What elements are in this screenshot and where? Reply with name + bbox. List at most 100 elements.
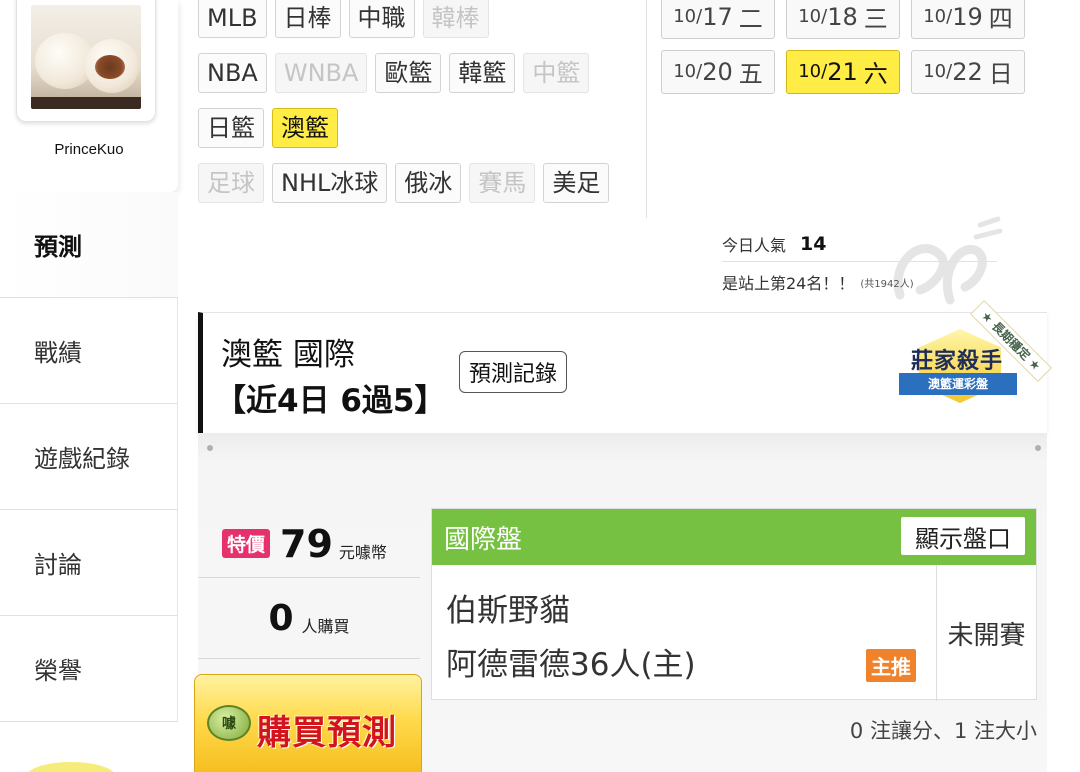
category-row: NBA WNBA 歐籃 韓籃 中籃 (198, 45, 648, 100)
special-price-badge: 特價 (222, 529, 271, 558)
date-button[interactable]: 10/20 五 (661, 49, 775, 94)
category-tag[interactable]: 日籃 (198, 107, 264, 148)
category-tag[interactable]: 中職 (348, 0, 415, 38)
matchup: 伯斯野貓 阿德雷德36人(主) 主推 (432, 565, 937, 701)
date-day: 22 (952, 57, 983, 86)
popularity-row: 今日人氣 14 (722, 226, 997, 262)
rank-row: 是站上第24名！！ (共1942人) (722, 262, 997, 302)
date-day: 17 (702, 2, 733, 31)
sport-category-list: MLB 日棒 中職 韓棒 NBA WNBA 歐籃 韓籃 中籃 日籃 澳籃 足球 NHL冰球 俄冰 賽馬 美足 (198, 0, 648, 210)
bun-filling (95, 55, 125, 79)
divider (646, 0, 647, 218)
category-tag[interactable]: 澳籃 (272, 107, 338, 148)
category-tag[interactable]: 日棒 (274, 0, 341, 38)
prediction-title: 澳籃 國際 (221, 337, 355, 373)
date-month: 10/ (798, 6, 828, 27)
badge-ribbon: 澳籃運彩盤 (899, 373, 1017, 395)
sidebar-item-2[interactable]: 遊戲紀錄 (0, 404, 178, 510)
date-picker: 10/17 二 10/18 三 10/19 四 10/20 五 10/21 六 10/22 日 (661, 0, 1041, 99)
category-tag[interactable]: NBA (198, 52, 267, 93)
category-tag[interactable]: 歐籃 (375, 52, 442, 93)
rivet-icon (207, 445, 213, 451)
date-weekday: 四 (988, 5, 1013, 33)
category-tag[interactable]: NHL冰球 (272, 162, 388, 203)
home-team: 阿德雷德36人(主) (446, 647, 696, 683)
category-tag: WNBA (274, 52, 368, 93)
date-day: 18 (827, 2, 858, 31)
game-panel: 國際盤 顯示盤口 伯斯野貓 阿德雷德36人(主) 主推 未開賽 (431, 508, 1037, 701)
buyers-unit: 人購買 (301, 616, 350, 636)
buy-prediction-button[interactable]: 噱 購買預測 (194, 674, 422, 772)
sidebar-nav: 預測 戰績 遊戲紀錄 討論 榮譽 (0, 192, 178, 722)
date-month: 10/ (923, 61, 953, 82)
buy-prediction-label: 購買預測 (257, 713, 397, 753)
date-weekday: 六 (863, 60, 888, 88)
date-row: 10/20 五 10/21 六 10/22 日 (661, 44, 1041, 99)
rank-total: (共1942人) (860, 278, 914, 290)
category-tag[interactable]: 美足 (543, 162, 610, 203)
rank-text: 是站上第24名！！ (722, 274, 855, 293)
price-unit: 元噱幣 (338, 542, 387, 562)
category-tag[interactable]: 俄冰 (395, 162, 462, 203)
date-weekday: 三 (863, 5, 888, 33)
date-day: 21 (827, 57, 858, 86)
sidebar-item-3[interactable]: 討論 (0, 510, 178, 616)
price-value: 79 (280, 521, 333, 566)
popularity-label: 今日人氣 (722, 235, 787, 255)
category-row: 足球 NHL冰球 俄冰 賽馬 美足 (198, 155, 648, 210)
buyers-row: 0 人購買 (198, 579, 420, 659)
coin-icon: 噱 (207, 705, 251, 741)
away-team: 伯斯野貓 (446, 593, 570, 629)
username[interactable]: PrinceKuo (0, 141, 178, 158)
date-month: 10/ (673, 6, 703, 27)
date-month: 10/ (798, 61, 828, 82)
badge-title: 莊家殺手 (910, 349, 1003, 374)
avatar-photo (31, 5, 141, 109)
price-row: 特價 79 元噱幣 (198, 510, 420, 578)
date-weekday: 二 (738, 5, 763, 33)
show-odds-button[interactable]: 顯示盤口 (901, 517, 1025, 555)
prediction-card-header: 澳籃 國際 【近4日 6過5】 預測記錄 莊家殺手 澳籃運彩盤 ★ 長期穩定 ★ (198, 299, 1053, 433)
category-row: 日籃 澳籃 (198, 100, 648, 155)
date-month: 10/ (923, 6, 953, 27)
sidebar-item-1[interactable]: 戰績 (0, 298, 178, 404)
table-edge (31, 97, 141, 109)
main-pick-badge: 主推 (866, 649, 916, 682)
date-button[interactable]: 10/18 三 (786, 0, 900, 39)
market-header: 國際盤 顯示盤口 (432, 509, 1036, 565)
date-button[interactable]: 10/22 日 (911, 49, 1025, 94)
category-tag: 賽馬 (469, 162, 536, 203)
profile-card: PrinceKuo (0, 0, 178, 192)
prediction-card-body: 特價 79 元噱幣 0 人購買 噱 購買預測 國際盤 顯示盤口 伯斯野貓 阿德雷… (194, 433, 1047, 772)
sidebar-item-0[interactable]: 預測 (0, 192, 178, 298)
category-tag[interactable]: MLB (198, 0, 267, 38)
game-status: 未開賽 (947, 620, 1026, 651)
buyers-count: 0 (268, 598, 294, 639)
banker-killer-badge: 莊家殺手 澳籃運彩盤 ★ 長期穩定 ★ (887, 299, 1053, 417)
bet-summary: 0 注讓分、1 注大小 (849, 719, 1037, 743)
category-tag: 足球 (198, 162, 264, 203)
popularity-panel: 今日人氣 14 是站上第24名！！ (共1942人) (722, 226, 997, 302)
decorative-blob (26, 762, 116, 772)
date-day: 20 (702, 57, 733, 86)
sidebar-item-4[interactable]: 榮譽 (0, 616, 178, 722)
date-month: 10/ (673, 61, 703, 82)
prediction-record: 【近4日 6過5】 (215, 383, 446, 419)
category-tag[interactable]: 韓籃 (449, 52, 516, 93)
date-weekday: 五 (738, 60, 763, 88)
date-button[interactable]: 10/21 六 (786, 49, 900, 94)
rivet-icon (1035, 445, 1041, 451)
avatar[interactable] (16, 0, 156, 122)
popularity-value: 14 (800, 232, 827, 255)
date-button[interactable]: 10/17 二 (661, 0, 775, 39)
category-tag: 中籃 (523, 52, 590, 93)
date-day: 19 (952, 2, 983, 31)
date-button[interactable]: 10/19 四 (911, 0, 1025, 39)
prediction-history-button[interactable]: 預測記錄 (459, 351, 568, 393)
category-row: MLB 日棒 中職 韓棒 (198, 0, 648, 45)
date-row: 10/17 二 10/18 三 10/19 四 (661, 0, 1041, 44)
category-tag: 韓棒 (422, 0, 489, 38)
market-name: 國際盤 (444, 524, 523, 555)
date-weekday: 日 (988, 60, 1013, 88)
sidebar: PrinceKuo 預測 戰績 遊戲紀錄 討論 榮譽 (0, 0, 178, 772)
